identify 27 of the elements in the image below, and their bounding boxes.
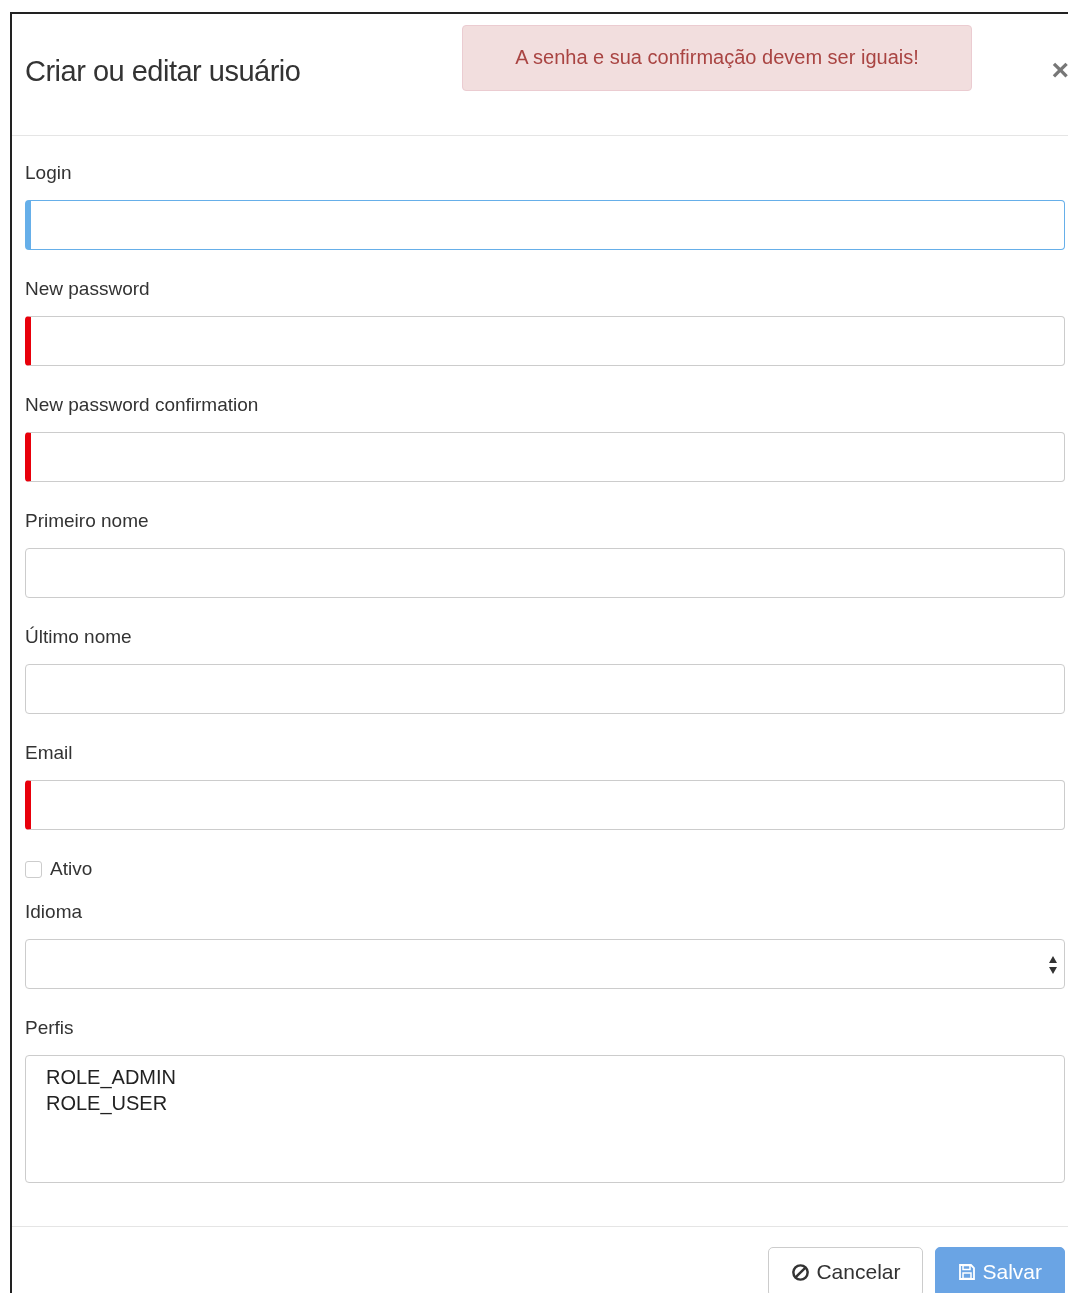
checkbox[interactable] <box>25 860 42 878</box>
close-button[interactable]: × <box>1051 56 1068 84</box>
checkbox-label: Ativo <box>50 857 93 881</box>
input-field[interactable] <box>25 432 1065 482</box>
field-label: Idioma <box>25 900 84 924</box>
select-field[interactable] <box>25 939 1065 989</box>
up-down-arrows-icon <box>1048 955 1058 975</box>
input-field[interactable] <box>25 200 1065 250</box>
save-icon <box>958 1263 977 1281</box>
dialog-title: Criar ou editar usuário <box>25 55 301 88</box>
field-label: Login <box>25 161 73 185</box>
field-label: Primeiro nome <box>25 509 150 533</box>
cancel-icon <box>791 1262 811 1282</box>
listbox-option[interactable]: ROLE_USER <box>46 1090 168 1116</box>
input-field[interactable] <box>25 316 1065 366</box>
field-label: Último nome <box>25 625 133 649</box>
error-alert: A senha e sua confirmação devem ser iguais! <box>462 25 972 91</box>
listbox[interactable]: ROLE_ADMIN ROLE_USER <box>25 1055 1065 1183</box>
input-field[interactable] <box>25 780 1065 830</box>
field-label: Email <box>25 741 74 765</box>
field-label: New password confirmation <box>25 393 260 417</box>
cancel-button[interactable]: Cancelar <box>768 1247 924 1293</box>
input-field[interactable] <box>25 548 1065 598</box>
listbox-option[interactable]: ROLE_ADMIN <box>46 1064 177 1090</box>
input-field[interactable] <box>25 664 1065 714</box>
field-label: Perfis <box>25 1016 75 1040</box>
field-label: New password <box>25 277 151 301</box>
